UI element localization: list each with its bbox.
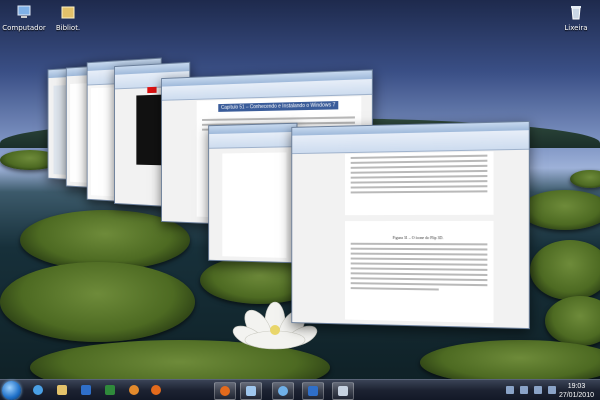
excel-icon xyxy=(105,385,115,395)
windows-explorer-icon xyxy=(57,385,67,395)
chapter-heading: Capítulo 51 – Conhecendo e Instalando o … xyxy=(218,101,338,112)
desktop-icon-label: Lixeira xyxy=(552,24,600,32)
taskbar-firefox[interactable] xyxy=(146,382,166,398)
computer-icon xyxy=(16,4,32,20)
lily-pad xyxy=(520,190,600,230)
clock-date: 27/01/2010 xyxy=(559,391,594,400)
document-window-icon xyxy=(338,386,348,396)
lily-pad xyxy=(0,262,195,342)
text-line xyxy=(351,248,488,251)
flip3d-window-6-word[interactable] xyxy=(208,123,297,264)
desktop-icon-label: Computador xyxy=(0,24,48,32)
media-player-icon xyxy=(129,385,139,395)
video-player xyxy=(136,95,164,166)
lily-pad xyxy=(530,240,600,300)
taskbar-excel[interactable] xyxy=(100,382,120,398)
text-line xyxy=(351,262,488,265)
desktop: Computador Bibliot. Lixeira Capítulo 51 … xyxy=(0,0,600,400)
document-page-upper xyxy=(345,151,494,215)
text-line xyxy=(351,253,488,256)
tray-show-hidden-icon[interactable] xyxy=(548,386,556,394)
lily-pad xyxy=(545,296,600,346)
explorer-window-icon xyxy=(278,386,288,396)
document-page-lower: Figura 31 – O ícone do Flip 3D. xyxy=(345,221,494,323)
word-icon xyxy=(81,385,91,395)
taskbar: 19:03 27/01/2010 xyxy=(0,379,600,400)
text-line xyxy=(202,116,355,121)
desktop-icon-computer[interactable]: Computador xyxy=(0,4,48,32)
lily-pad xyxy=(570,170,600,188)
taskbar-ie[interactable] xyxy=(28,382,48,398)
text-line xyxy=(351,267,488,271)
text-line xyxy=(351,243,488,246)
tray-flag-icon[interactable] xyxy=(506,386,514,394)
taskbar-open-explorer[interactable] xyxy=(272,382,294,400)
window-ribbon xyxy=(209,132,296,149)
text-line xyxy=(351,258,488,261)
firefox-window-icon xyxy=(220,386,230,396)
internet-explorer-icon xyxy=(33,385,43,395)
desktop-icon-libraries[interactable]: Bibliot. xyxy=(44,4,92,32)
text-line xyxy=(351,170,488,174)
text-line xyxy=(351,160,488,164)
text-line xyxy=(351,180,488,183)
text-line xyxy=(351,155,488,159)
taskbar-explorer[interactable] xyxy=(52,382,72,398)
document-page xyxy=(222,152,286,257)
firefox-icon xyxy=(151,385,161,395)
taskbar-open-paint[interactable] xyxy=(240,382,262,400)
tray-volume-icon[interactable] xyxy=(534,386,542,394)
flip3d-window-front[interactable]: Figura 31 – O ícone do Flip 3D. xyxy=(291,121,530,329)
desktop-icon-recycle-bin[interactable]: Lixeira xyxy=(552,4,600,32)
recycle-bin-icon xyxy=(568,4,584,20)
taskbar-media-player[interactable] xyxy=(124,382,144,398)
text-line xyxy=(351,282,488,286)
start-button[interactable] xyxy=(2,381,21,400)
taskbar-clock[interactable]: 19:03 27/01/2010 xyxy=(559,382,594,400)
system-tray xyxy=(503,386,556,396)
text-line xyxy=(351,277,488,281)
text-line xyxy=(351,185,488,188)
clock-time: 19:03 xyxy=(559,382,594,391)
text-line xyxy=(351,272,488,276)
taskbar-open-word[interactable] xyxy=(302,382,324,400)
text-line xyxy=(351,287,439,290)
folder-icon xyxy=(60,4,76,20)
figure-caption: Figura 31 – O ícone do Flip 3D. xyxy=(345,235,494,240)
text-line xyxy=(351,165,488,169)
word-window-icon xyxy=(308,386,318,396)
taskbar-word[interactable] xyxy=(76,382,96,398)
red-banner xyxy=(147,87,156,93)
desktop-icon-label: Bibliot. xyxy=(44,24,92,32)
text-line xyxy=(351,190,488,193)
taskbar-open-firefox[interactable] xyxy=(214,382,236,400)
tray-network-icon[interactable] xyxy=(520,386,528,394)
paint-window-icon xyxy=(246,386,256,396)
text-line xyxy=(351,175,488,179)
taskbar-open-document[interactable] xyxy=(332,382,354,400)
